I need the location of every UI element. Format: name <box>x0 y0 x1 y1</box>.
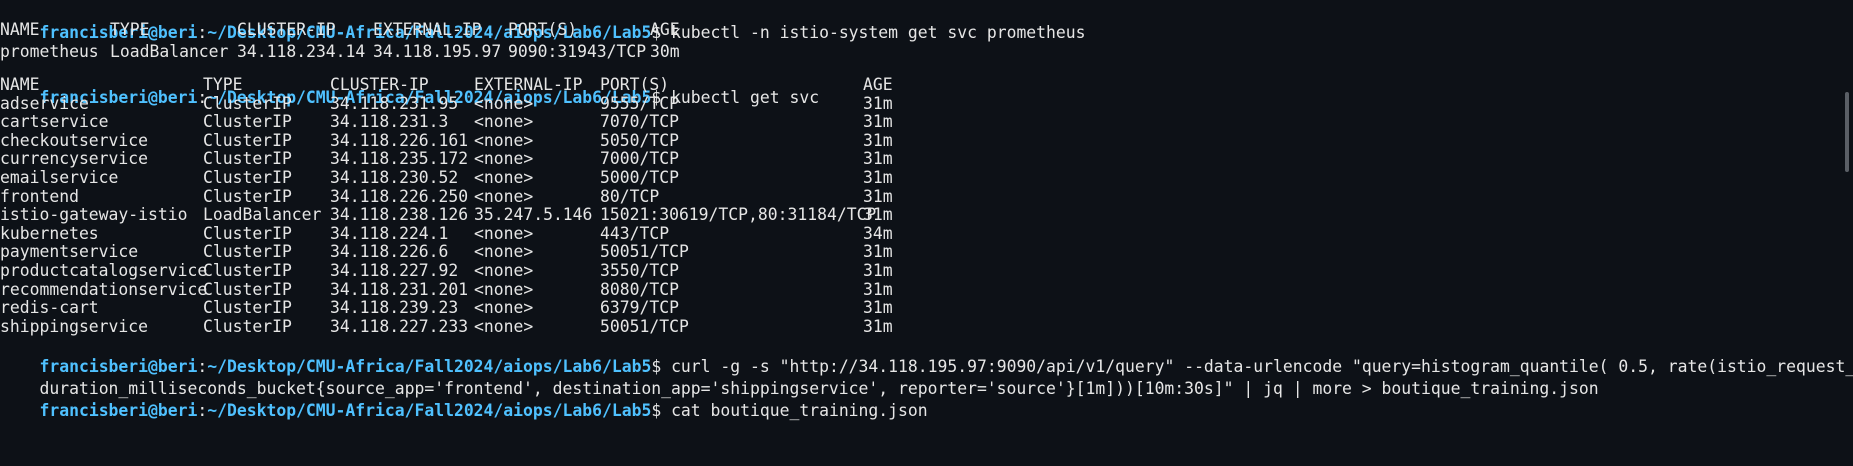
header-cluster-ip: CLUSTER-IP <box>237 20 336 39</box>
terminal-window[interactable]: francisberi@beri:~/Desktop/CMU-Africa/Fa… <box>0 0 1853 466</box>
command-text: cat boutique_training.json <box>671 401 928 420</box>
header-ports: PORT(S) <box>508 20 578 39</box>
cell-external-ip: 34.118.195.97 <box>373 42 502 61</box>
command-continuation: duration_milliseconds_bucket{source_app=… <box>0 356 1598 398</box>
prompt-line: francisberi@beri:~/Desktop/CMU-Africa/Fa… <box>0 378 927 420</box>
prompt-path: ~/Desktop/CMU-Africa/Fall2024/aiops/Lab6… <box>207 401 652 420</box>
header-age: AGE <box>650 20 680 39</box>
header-type: TYPE <box>110 20 150 39</box>
terminal-scrollbar[interactable] <box>1845 92 1849 172</box>
cell-age: 30m <box>650 42 680 61</box>
command-text: kubectl -n istio-system get svc promethe… <box>671 23 1086 42</box>
prompt-separator: : <box>197 401 208 420</box>
cell-name: prometheus <box>0 42 99 61</box>
cell-ports: 9090:31943/TCP <box>508 42 647 61</box>
header-external-ip: EXTERNAL-IP <box>373 20 482 39</box>
prompt-separator: : <box>197 23 208 42</box>
command-text: kubectl get svc <box>671 88 820 107</box>
prompt-user: francisberi@beri <box>39 401 198 420</box>
prompt-line: francisberi@beri:~/Desktop/CMU-Africa/Fa… <box>0 334 1853 376</box>
prompt-symbol: $ <box>651 401 662 420</box>
header-name: NAME <box>0 20 40 39</box>
cell-type: LoadBalancer <box>110 42 229 61</box>
cell-cluster-ip: 34.118.234.14 <box>237 42 366 61</box>
